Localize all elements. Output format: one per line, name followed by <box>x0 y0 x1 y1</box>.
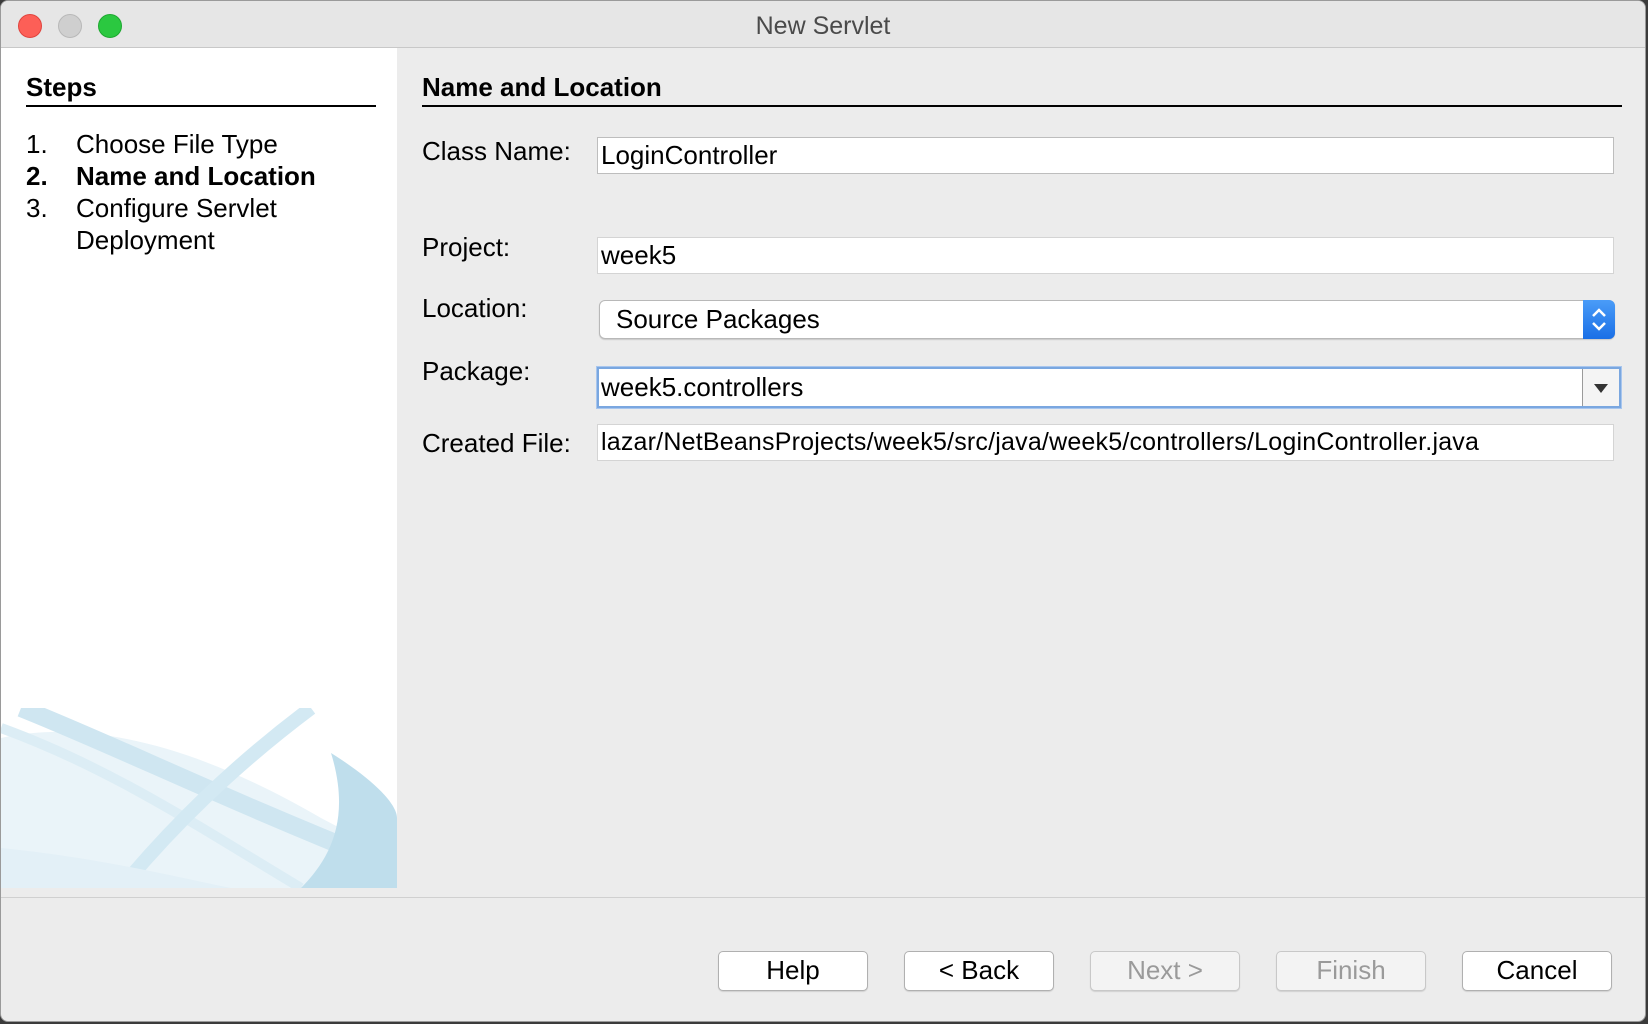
class-name-field[interactable]: LoginController <box>597 137 1614 174</box>
created-file-label: Created File: <box>422 428 571 458</box>
footer-separator <box>1 897 1645 898</box>
steps-list: 1. Choose File Type 2. Name and Location… <box>26 128 386 256</box>
name-and-location-panel: Name and Location Class Name: LoginContr… <box>422 48 1622 848</box>
project-field: week5 <box>597 237 1614 274</box>
steps-panel: Steps 1. Choose File Type 2. Name and Lo… <box>1 48 397 888</box>
step-label: Configure Servlet Deployment <box>76 193 277 255</box>
class-name-label: Class Name: <box>422 136 571 166</box>
next-button: Next > <box>1090 951 1240 991</box>
location-label: Location: <box>422 293 528 323</box>
step-label: Choose File Type <box>76 129 278 159</box>
step-item-choose-file-type: 1. Choose File Type <box>26 128 386 160</box>
select-arrows-icon[interactable] <box>1583 300 1615 339</box>
help-button[interactable]: Help <box>718 951 868 991</box>
step-number: 1. <box>26 129 48 159</box>
project-label: Project: <box>422 232 511 262</box>
step-label: Name and Location <box>76 161 316 191</box>
window-title: New Servlet <box>755 12 891 40</box>
steps-heading: Steps <box>26 72 376 107</box>
location-select[interactable]: Source Packages <box>599 300 1615 339</box>
chevron-down-icon <box>1594 384 1608 393</box>
new-servlet-dialog: New Servlet Steps 1. Choose File Type 2.… <box>0 0 1646 1022</box>
step-item-name-and-location: 2. Name and Location <box>26 160 386 192</box>
title-bar[interactable]: New Servlet <box>1 1 1645 48</box>
location-value: Source Packages <box>616 304 820 334</box>
package-value[interactable]: week5.controllers <box>601 371 803 403</box>
step-number: 3. <box>26 193 48 223</box>
package-dropdown-button[interactable] <box>1582 369 1619 406</box>
cancel-button[interactable]: Cancel <box>1462 951 1612 991</box>
created-file-field: lazar/NetBeansProjects/week5/src/java/we… <box>597 424 1614 461</box>
section-title: Name and Location <box>422 72 1622 107</box>
package-combo[interactable]: week5.controllers <box>597 367 1621 408</box>
package-label: Package: <box>422 356 531 386</box>
finish-button: Finish <box>1276 951 1426 991</box>
step-number: 2. <box>26 161 48 191</box>
step-item-configure-servlet-deployment: 3. Configure Servlet Deployment <box>26 192 386 256</box>
netbeans-swoosh-decoration <box>1 708 397 888</box>
back-button[interactable]: < Back <box>904 951 1054 991</box>
